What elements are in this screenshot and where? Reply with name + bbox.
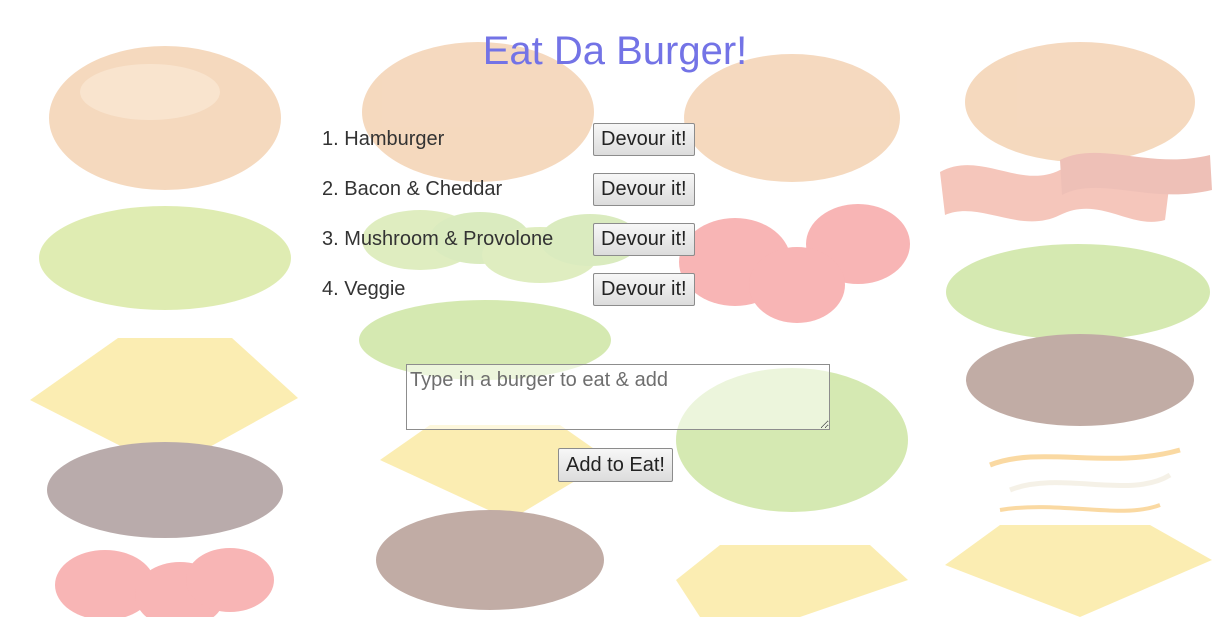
burger-item: 4. Veggie Devour it! xyxy=(322,272,742,322)
patty-icon xyxy=(376,510,604,610)
lettuce-icon xyxy=(39,206,291,310)
devour-button[interactable]: Devour it! xyxy=(593,223,695,256)
burger-item-label: 1. Hamburger xyxy=(322,128,445,150)
burger-list: 1. Hamburger Devour it! 2. Bacon & Chedd… xyxy=(322,122,742,322)
tomato-icon xyxy=(55,548,274,617)
devour-button[interactable]: Devour it! xyxy=(593,173,695,206)
bacon-icon xyxy=(940,152,1212,222)
cheese-icon xyxy=(945,525,1212,617)
devour-button[interactable]: Devour it! xyxy=(593,123,695,156)
onion-icon xyxy=(989,447,1181,513)
lettuce-icon xyxy=(946,244,1210,340)
burger-item: 2. Bacon & Cheddar Devour it! xyxy=(322,172,742,222)
burger-item-label: 2. Bacon & Cheddar xyxy=(322,178,503,200)
devour-button[interactable]: Devour it! xyxy=(593,273,695,306)
burger-item-label: 3. Mushroom & Provolone xyxy=(322,228,554,250)
patty-icon xyxy=(966,334,1194,426)
patty-icon xyxy=(47,442,283,538)
burger-item: 1. Hamburger Devour it! xyxy=(322,122,742,172)
page-title: Eat Da Burger! xyxy=(482,29,748,73)
burger-name-input[interactable] xyxy=(406,364,830,430)
cheese-icon xyxy=(676,545,908,617)
burger-item: 3. Mushroom & Provolone Devour it! xyxy=(322,222,742,272)
burger-item-label: 4. Veggie xyxy=(322,278,406,300)
add-burger-button[interactable]: Add to Eat! xyxy=(558,448,673,482)
